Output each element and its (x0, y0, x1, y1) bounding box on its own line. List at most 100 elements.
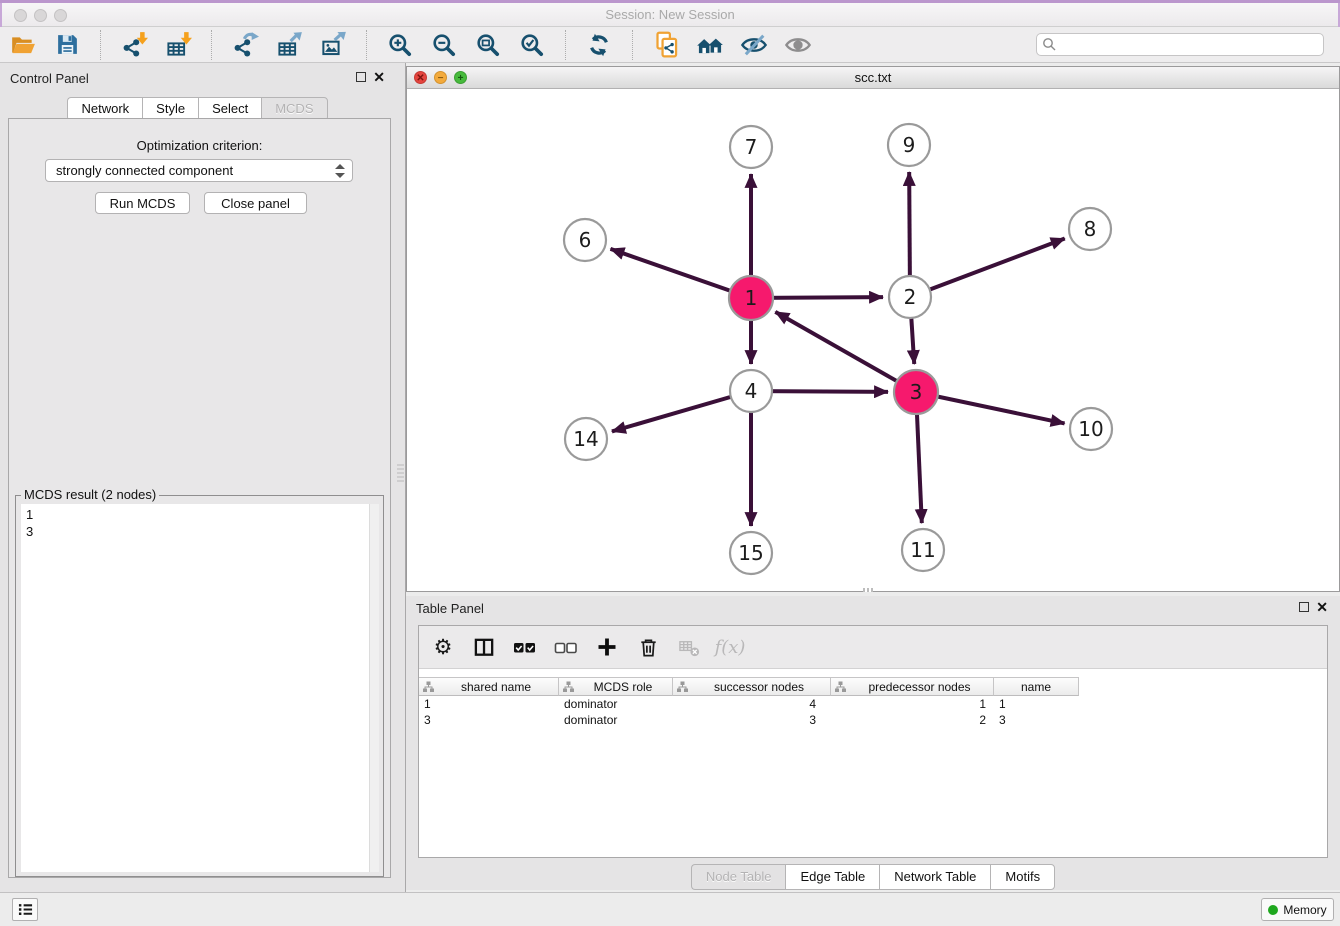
export-image-icon[interactable] (318, 30, 348, 60)
column-header-successor-nodes[interactable]: successor nodes (673, 677, 831, 696)
status-bar: Memory (0, 892, 1340, 926)
graph-node-label: 8 (1084, 217, 1097, 241)
table-panel-title: Table Panel (416, 601, 484, 616)
splitter-grip[interactable] (397, 464, 404, 482)
result-scrollbar[interactable] (369, 504, 379, 872)
import-table-icon[interactable] (163, 30, 193, 60)
search-field (1036, 33, 1324, 56)
graph-node-14[interactable]: 14 (565, 418, 607, 460)
graph-node-7[interactable]: 7 (730, 126, 772, 168)
table-cell[interactable]: 3 (673, 712, 831, 728)
table-toolbar: ⚙ f(x) (419, 626, 1327, 669)
show-details-eye-icon[interactable] (783, 30, 813, 60)
open-folder-icon[interactable] (8, 30, 38, 60)
window-title: Session: New Session (0, 7, 1340, 22)
toolbar-separator (211, 30, 212, 60)
table-cell[interactable]: 1 (831, 696, 994, 712)
memory-button[interactable]: Memory (1261, 898, 1334, 921)
graph-node-label: 2 (904, 285, 917, 309)
export-network-icon[interactable] (230, 30, 260, 60)
refresh-icon[interactable] (584, 30, 614, 60)
memory-label: Memory (1283, 903, 1326, 917)
graph-node-11[interactable]: 11 (902, 529, 944, 571)
table-cell[interactable]: 3 (419, 712, 559, 728)
graph-node-3[interactable]: 3 (894, 370, 938, 414)
mcds-result-area[interactable]: 1 3 (21, 504, 379, 872)
tab-edge-table[interactable]: Edge Table (785, 864, 879, 890)
graph-node-8[interactable]: 8 (1069, 208, 1111, 250)
table-cell[interactable]: 4 (673, 696, 831, 712)
graph-node-1[interactable]: 1 (729, 276, 773, 320)
table-settings-gear-icon[interactable]: ⚙ (429, 633, 457, 661)
graph-node-2[interactable]: 2 (889, 276, 931, 318)
delete-trash-icon[interactable] (634, 633, 662, 661)
close-panel-icon[interactable]: ✕ (373, 70, 385, 84)
table-cell[interactable]: 1 (419, 696, 559, 712)
view-resize-grip[interactable] (863, 588, 873, 592)
zoom-selected-icon[interactable] (517, 30, 547, 60)
graph-node-6[interactable]: 6 (564, 219, 606, 261)
tree-icon (423, 681, 434, 693)
column-header-name[interactable]: name (994, 677, 1079, 696)
table-cell[interactable]: dominator (559, 696, 673, 712)
hide-details-eye-icon[interactable] (739, 30, 769, 60)
network-view-window: ✕ − + scc.txt 7 9 6 8 1 2 4 3 14 10 15 11 (406, 66, 1340, 592)
tree-icon (563, 681, 574, 693)
add-column-plus-icon[interactable] (593, 633, 621, 661)
tab-motifs[interactable]: Motifs (990, 864, 1055, 890)
network-graph: 7 9 6 8 1 2 4 3 14 10 15 11 (407, 89, 1339, 591)
toolbar-separator (100, 30, 101, 60)
graph-node-4[interactable]: 4 (730, 370, 772, 412)
float-panel-icon[interactable] (356, 72, 366, 82)
column-header-mcds-role[interactable]: MCDS role (559, 677, 673, 696)
zoom-out-icon[interactable] (429, 30, 459, 60)
deselect-all-icon[interactable] (552, 633, 580, 661)
network-view-titlebar[interactable]: ✕ − + scc.txt (407, 67, 1339, 89)
zoom-fit-icon[interactable] (473, 30, 503, 60)
graph-node-9[interactable]: 9 (888, 124, 930, 166)
graph-edge-3-1[interactable] (775, 312, 916, 392)
tree-icon (835, 681, 846, 693)
save-icon[interactable] (52, 30, 82, 60)
tab-network-table[interactable]: Network Table (879, 864, 990, 890)
first-neighbors-houses-icon[interactable] (695, 30, 725, 60)
column-header-predecessor-nodes[interactable]: predecessor nodes (831, 677, 994, 696)
vertical-splitter[interactable] (395, 63, 406, 892)
import-network-icon[interactable] (119, 30, 149, 60)
export-table-icon[interactable] (274, 30, 304, 60)
main-toolbar (0, 27, 1340, 63)
clone-network-icon[interactable] (651, 30, 681, 60)
graph-node-15[interactable]: 15 (730, 532, 772, 574)
toolbar-separator (565, 30, 566, 60)
graph-edge-2-8[interactable] (910, 239, 1065, 297)
table-cell[interactable]: 3 (994, 712, 1079, 728)
close-table-panel-icon[interactable]: ✕ (1316, 600, 1328, 614)
table-cell[interactable]: dominator (559, 712, 673, 728)
table-cell[interactable]: 2 (831, 712, 994, 728)
network-canvas[interactable]: 7 9 6 8 1 2 4 3 14 10 15 11 (407, 89, 1339, 591)
table-cell[interactable]: 1 (994, 696, 1079, 712)
select-all-icon[interactable] (511, 633, 539, 661)
mcds-result-text: 1 3 (26, 506, 33, 540)
tab-node-table[interactable]: Node Table (691, 864, 786, 890)
table-row[interactable]: 3dominator323 (419, 712, 1327, 728)
control-panel-title: Control Panel (10, 71, 89, 86)
split-panel-icon[interactable] (470, 633, 498, 661)
network-view-title: scc.txt (407, 70, 1339, 85)
zoom-in-icon[interactable] (385, 30, 415, 60)
toolbar-separator (366, 30, 367, 60)
memory-status-dot-icon (1268, 905, 1278, 915)
optimization-criterion-select[interactable]: strongly connected component (45, 159, 353, 182)
toolbar-separator (632, 30, 633, 60)
float-table-panel-icon[interactable] (1299, 602, 1309, 612)
node-table-container: ⚙ f(x) shared nameMCDS rolesuccessor nod… (418, 625, 1328, 858)
graph-node-10[interactable]: 10 (1070, 408, 1112, 450)
select-spinner-icon (335, 164, 345, 178)
search-input[interactable] (1036, 33, 1324, 56)
task-history-list-icon[interactable] (12, 898, 38, 921)
run-mcds-button[interactable]: Run MCDS (95, 192, 190, 214)
table-row[interactable]: 1dominator411 (419, 696, 1327, 712)
column-header-shared-name[interactable]: shared name (419, 677, 559, 696)
table-panel: Table Panel ✕ ⚙ f(x) shared nameMCDS rol… (406, 596, 1340, 890)
close-panel-button[interactable]: Close panel (204, 192, 307, 214)
